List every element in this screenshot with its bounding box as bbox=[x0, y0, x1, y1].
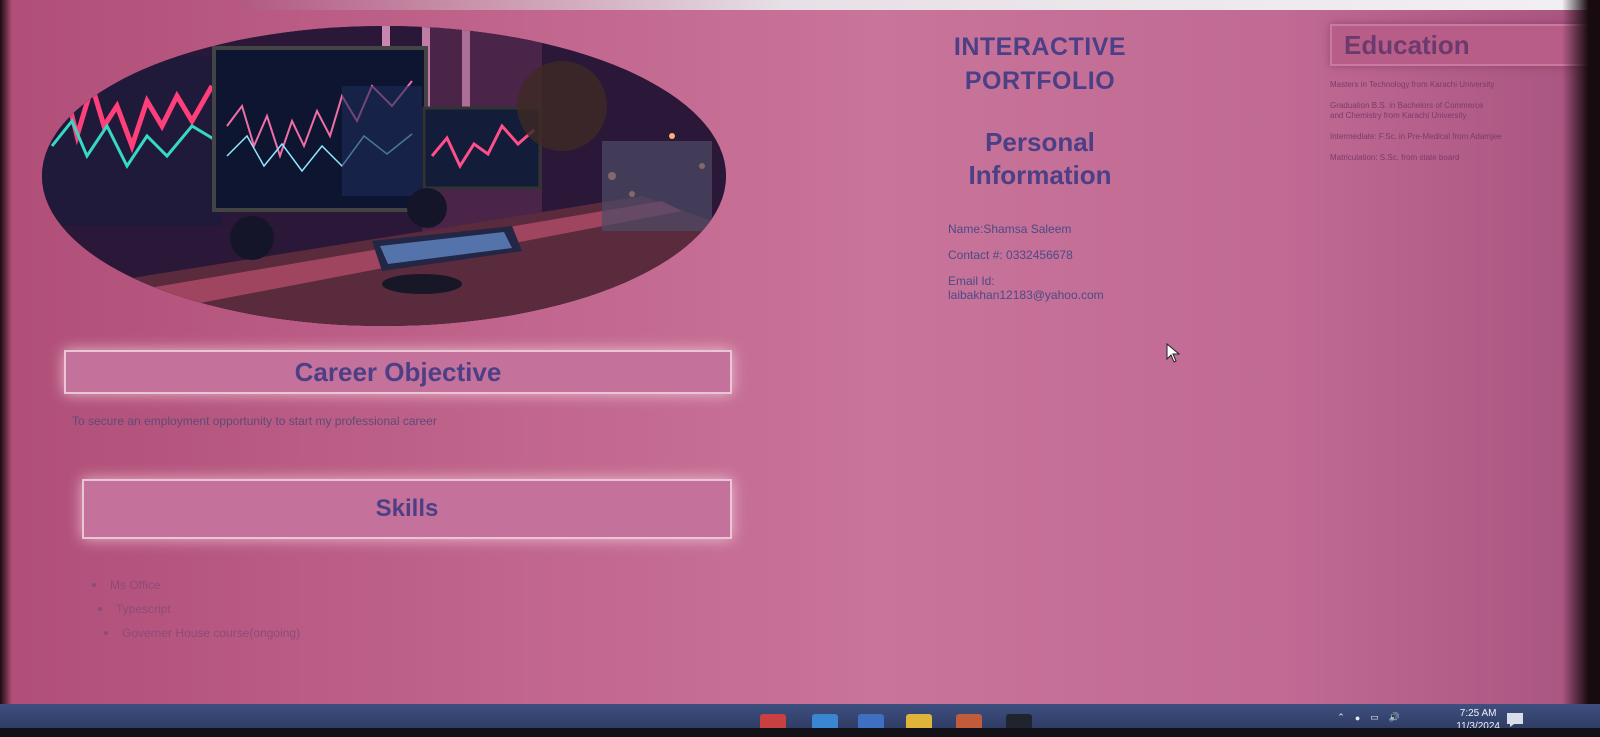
education-item: Intermediate: F.Sc. in Pre-Medical from … bbox=[1330, 132, 1502, 141]
personal-contact: Contact #: 0332456678 bbox=[948, 248, 1073, 262]
personal-heading-line2: Information bbox=[968, 160, 1112, 190]
battery-icon[interactable]: ▭ bbox=[1370, 712, 1379, 723]
screen: INTERACTIVE PORTFOLIO Personal Informati… bbox=[0, 0, 1600, 737]
chevron-up-icon[interactable]: ⌃ bbox=[1337, 712, 1345, 723]
career-objective-heading: Career Objective bbox=[64, 350, 732, 394]
notification-icon[interactable] bbox=[1506, 712, 1524, 728]
bullet-icon bbox=[98, 607, 102, 611]
career-objective-text: To secure an employment opportunity to s… bbox=[72, 414, 437, 428]
education-heading: Education bbox=[1330, 24, 1600, 66]
education-item: Graduation B.S. in Bachelors of Commerce bbox=[1330, 101, 1484, 110]
skill-text: Ms Office bbox=[110, 578, 161, 592]
education-list: Masters in Technology from Karachi Unive… bbox=[1330, 80, 1600, 163]
browser-edge bbox=[240, 0, 1600, 10]
personal-info-heading: Personal Information bbox=[900, 126, 1180, 192]
list-item: Typescript bbox=[98, 602, 300, 616]
personal-info-list: Name:Shamsa Saleem Contact #: 0332456678… bbox=[948, 222, 1104, 314]
personal-email: Email Id: laibakhan12183@yahoo.com bbox=[948, 274, 1104, 302]
skills-list: Ms Office Typescript Governer House cour… bbox=[92, 578, 300, 650]
list-item: Governer House course(ongoing) bbox=[104, 626, 300, 640]
personal-name: Name:Shamsa Saleem bbox=[948, 222, 1072, 236]
network-icon[interactable]: ● bbox=[1355, 713, 1360, 723]
page-title-line2: PORTFOLIO bbox=[964, 67, 1116, 95]
education-item: Matriculation: S.Sc. from state board bbox=[1330, 153, 1460, 162]
education-item: Masters in Technology from Karachi Unive… bbox=[1330, 80, 1495, 89]
skill-text: Typescript bbox=[116, 602, 171, 616]
email-label: Email Id: bbox=[948, 274, 995, 288]
header-block: INTERACTIVE PORTFOLIO Personal Informati… bbox=[900, 30, 1180, 192]
education-item: and Chemistry from Karachi University bbox=[1330, 111, 1467, 120]
bezel-bottom bbox=[0, 728, 1600, 737]
education-panel: Education Masters in Technology from Kar… bbox=[1330, 24, 1600, 174]
personal-heading-line1: Personal bbox=[985, 127, 1095, 157]
skills-heading: Skills bbox=[82, 479, 732, 539]
clock-time: 7:25 AM bbox=[1459, 708, 1497, 719]
mouse-cursor-icon bbox=[1166, 343, 1180, 363]
bullet-icon bbox=[92, 583, 96, 587]
list-item: Ms Office bbox=[92, 578, 300, 592]
skill-text: Governer House course(ongoing) bbox=[122, 626, 301, 640]
hero-image bbox=[42, 26, 726, 326]
email-value: laibakhan12183@yahoo.com bbox=[948, 288, 1104, 302]
page-title-line1: INTERACTIVE bbox=[953, 33, 1127, 61]
bullet-icon bbox=[104, 631, 108, 635]
system-tray: ⌃ ● ▭ 🔊 bbox=[1337, 712, 1400, 723]
bezel-right bbox=[1562, 0, 1600, 737]
volume-icon[interactable]: 🔊 bbox=[1389, 712, 1400, 723]
bezel-left bbox=[0, 0, 12, 737]
